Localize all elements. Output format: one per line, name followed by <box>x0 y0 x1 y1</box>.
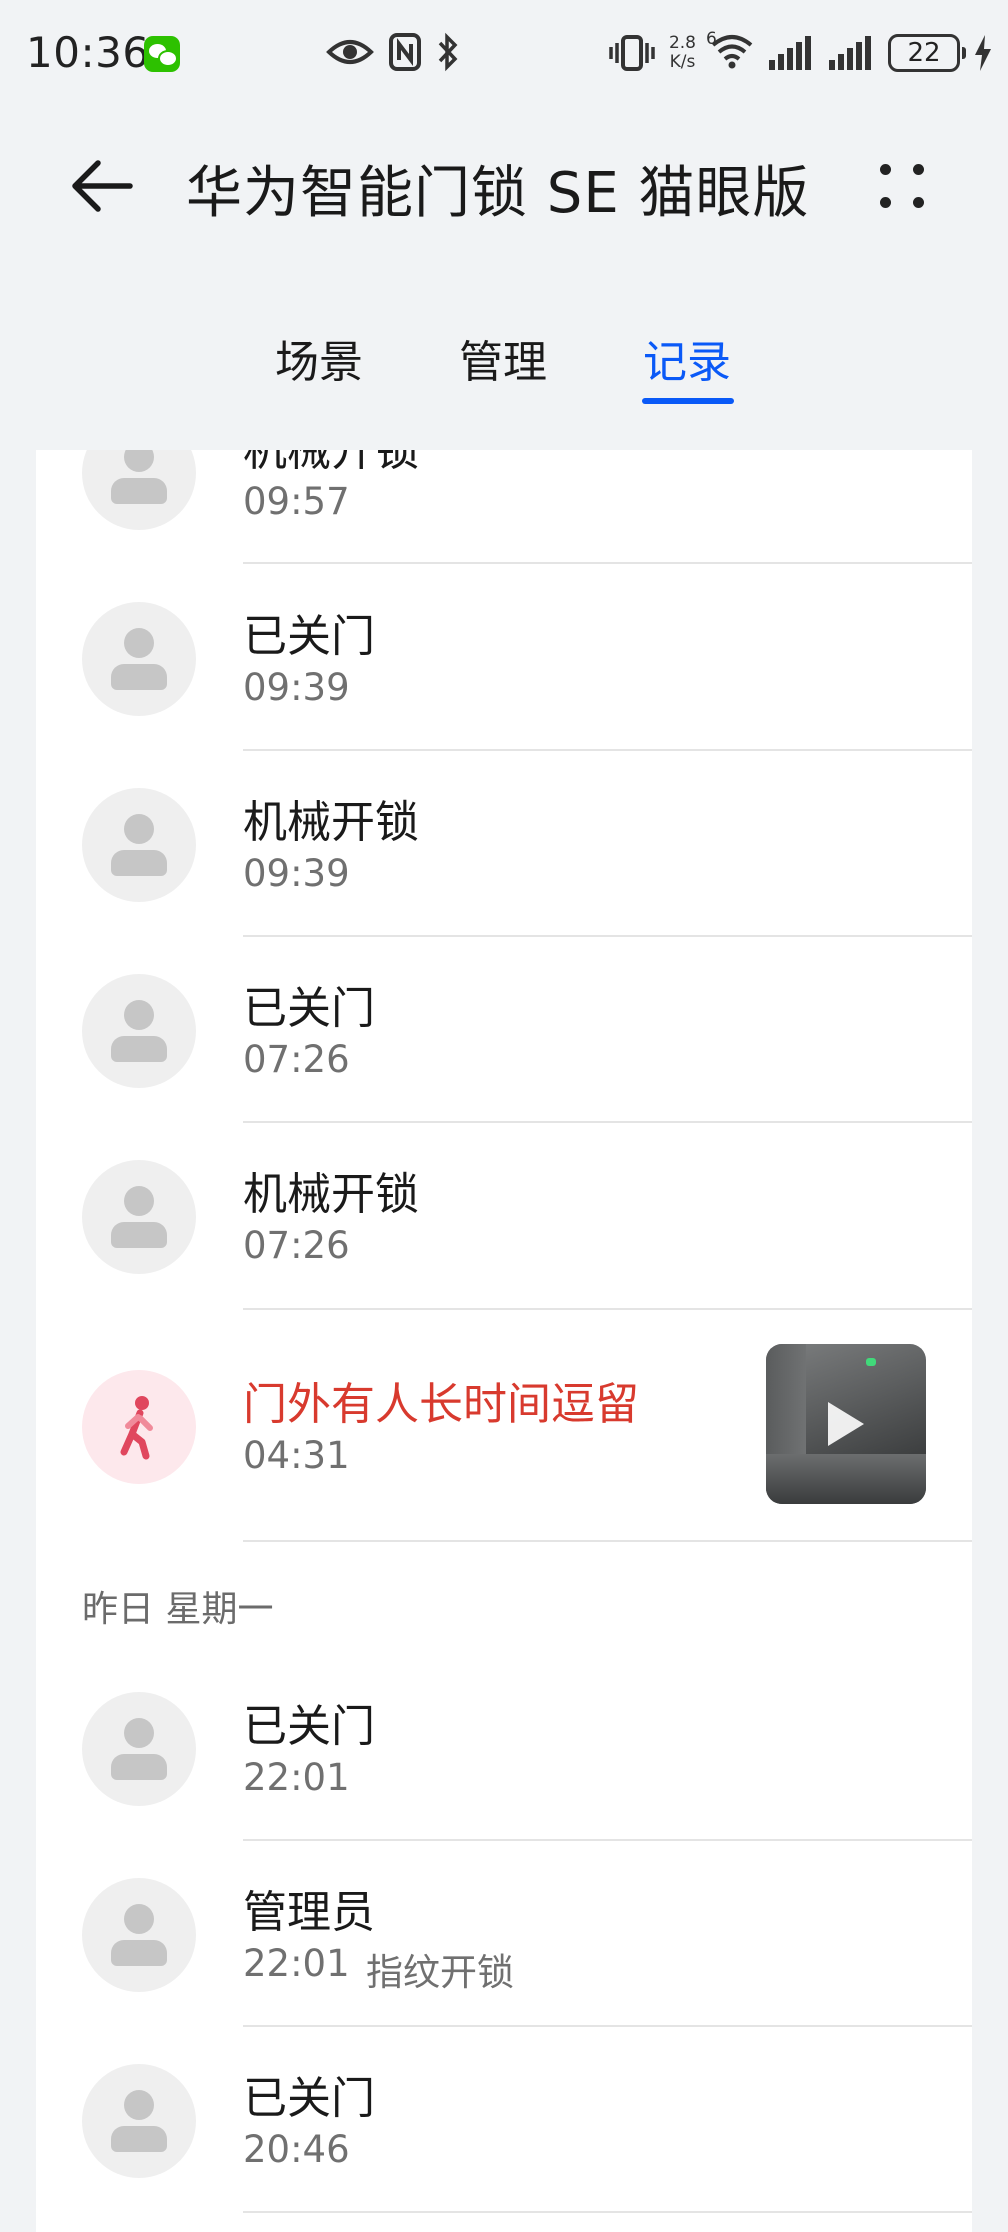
record-title: 管理员 <box>243 1887 375 1938</box>
divider <box>243 1121 972 1123</box>
record-time: 04:31 <box>243 1434 350 1477</box>
record-title: 已关门 <box>243 2073 375 2124</box>
page-title: 华为智能门锁 SE 猫眼版 <box>186 161 810 226</box>
eye-icon <box>326 40 374 64</box>
record-time: 07:26 <box>243 1224 350 1267</box>
wifi-status: 6 <box>706 29 754 73</box>
record-time: 09:39 <box>243 852 350 895</box>
list-item[interactable]: 机械开锁 09:57 <box>36 450 972 566</box>
record-time: 09:57 <box>243 480 350 523</box>
walking-person-icon <box>82 1370 196 1484</box>
user-avatar-icon <box>82 974 196 1088</box>
record-title: 机械开锁 <box>243 450 419 476</box>
signal-icon <box>769 36 811 70</box>
user-avatar-icon <box>82 1160 196 1274</box>
user-avatar-icon <box>82 1692 196 1806</box>
record-detail: 指纹开锁 <box>366 1951 514 1994</box>
user-avatar-icon <box>82 602 196 716</box>
divider <box>243 935 972 937</box>
section-header-yesterday: 昨日 星期一 <box>82 1589 274 1630</box>
record-time: 09:39 <box>243 666 350 709</box>
status-icons-left <box>326 30 460 74</box>
record-title: 已关门 <box>243 611 375 662</box>
tab-bar: 场景 管理 记录 <box>0 310 1008 410</box>
more-options-icon[interactable] <box>876 160 928 212</box>
record-time: 20:46 <box>243 2128 350 2171</box>
user-avatar-icon <box>82 2064 196 2178</box>
net-speed: 2.8 K/s <box>669 34 696 72</box>
tab-manage[interactable]: 管理 <box>459 326 547 390</box>
user-avatar-icon <box>82 788 196 902</box>
bluetooth-icon <box>438 32 458 72</box>
list-item[interactable]: 管理员 22:01 指纹开锁 <box>36 1842 972 2028</box>
tab-scenes[interactable]: 场景 <box>275 326 363 390</box>
status-icons-right: 2.8 K/s 6 22 <box>609 28 992 78</box>
charging-icon <box>975 35 991 71</box>
divider <box>243 749 972 751</box>
list-item[interactable]: 已关门 20:46 <box>36 2028 972 2214</box>
divider <box>243 562 972 564</box>
list-item[interactable]: 机械开锁 07:26 <box>36 1124 972 1310</box>
record-title: 已关门 <box>243 983 375 1034</box>
tab-records[interactable]: 记录 <box>643 326 731 390</box>
record-time: 22:01 <box>243 1756 350 1799</box>
wechat-icon <box>144 36 180 72</box>
divider <box>243 1839 972 1841</box>
wifi-badge: 6 <box>706 29 717 49</box>
video-thumbnail[interactable] <box>766 1344 926 1504</box>
record-time: 22:01 <box>243 1942 350 1985</box>
battery-level: 22 <box>907 38 941 68</box>
alert-list-item[interactable]: 门外有人长时间逗留 04:31 <box>36 1310 972 1542</box>
back-arrow-icon[interactable] <box>68 153 134 219</box>
list-item[interactable]: 已关门 09:39 <box>36 566 972 752</box>
divider <box>243 2211 972 2213</box>
net-speed-unit: K/s <box>669 52 696 72</box>
play-icon <box>828 1402 864 1446</box>
nfc-icon <box>389 33 421 71</box>
signal-icon <box>829 36 871 70</box>
user-avatar-icon <box>82 1878 196 1992</box>
record-time: 07:26 <box>243 1038 350 1081</box>
user-avatar-icon <box>82 450 196 530</box>
divider <box>243 1540 972 1542</box>
app-header: 华为智能门锁 SE 猫眼版 <box>0 108 1008 264</box>
divider <box>243 2025 972 2027</box>
battery-icon: 22 <box>888 34 966 72</box>
list-item[interactable]: 机械开锁 09:39 <box>36 752 972 938</box>
alert-title: 门外有人长时间逗留 <box>243 1379 639 1430</box>
records-list: 机械开锁 09:57 已关门 09:39 机械开锁 09:39 已关门 07:2… <box>36 450 972 2232</box>
record-title: 机械开锁 <box>243 1169 419 1220</box>
vibrate-icon <box>609 35 655 71</box>
status-time: 10:36 <box>26 28 150 77</box>
list-item[interactable]: 已关门 22:01 <box>36 1656 972 1842</box>
record-title: 机械开锁 <box>243 797 419 848</box>
active-tab-indicator <box>642 398 734 404</box>
record-title: 已关门 <box>243 1701 375 1752</box>
net-speed-value: 2.8 <box>668 33 696 53</box>
list-item[interactable]: 已关门 07:26 <box>36 938 972 1124</box>
status-bar: 10:36 2.8 K/s 6 22 <box>0 0 1008 108</box>
